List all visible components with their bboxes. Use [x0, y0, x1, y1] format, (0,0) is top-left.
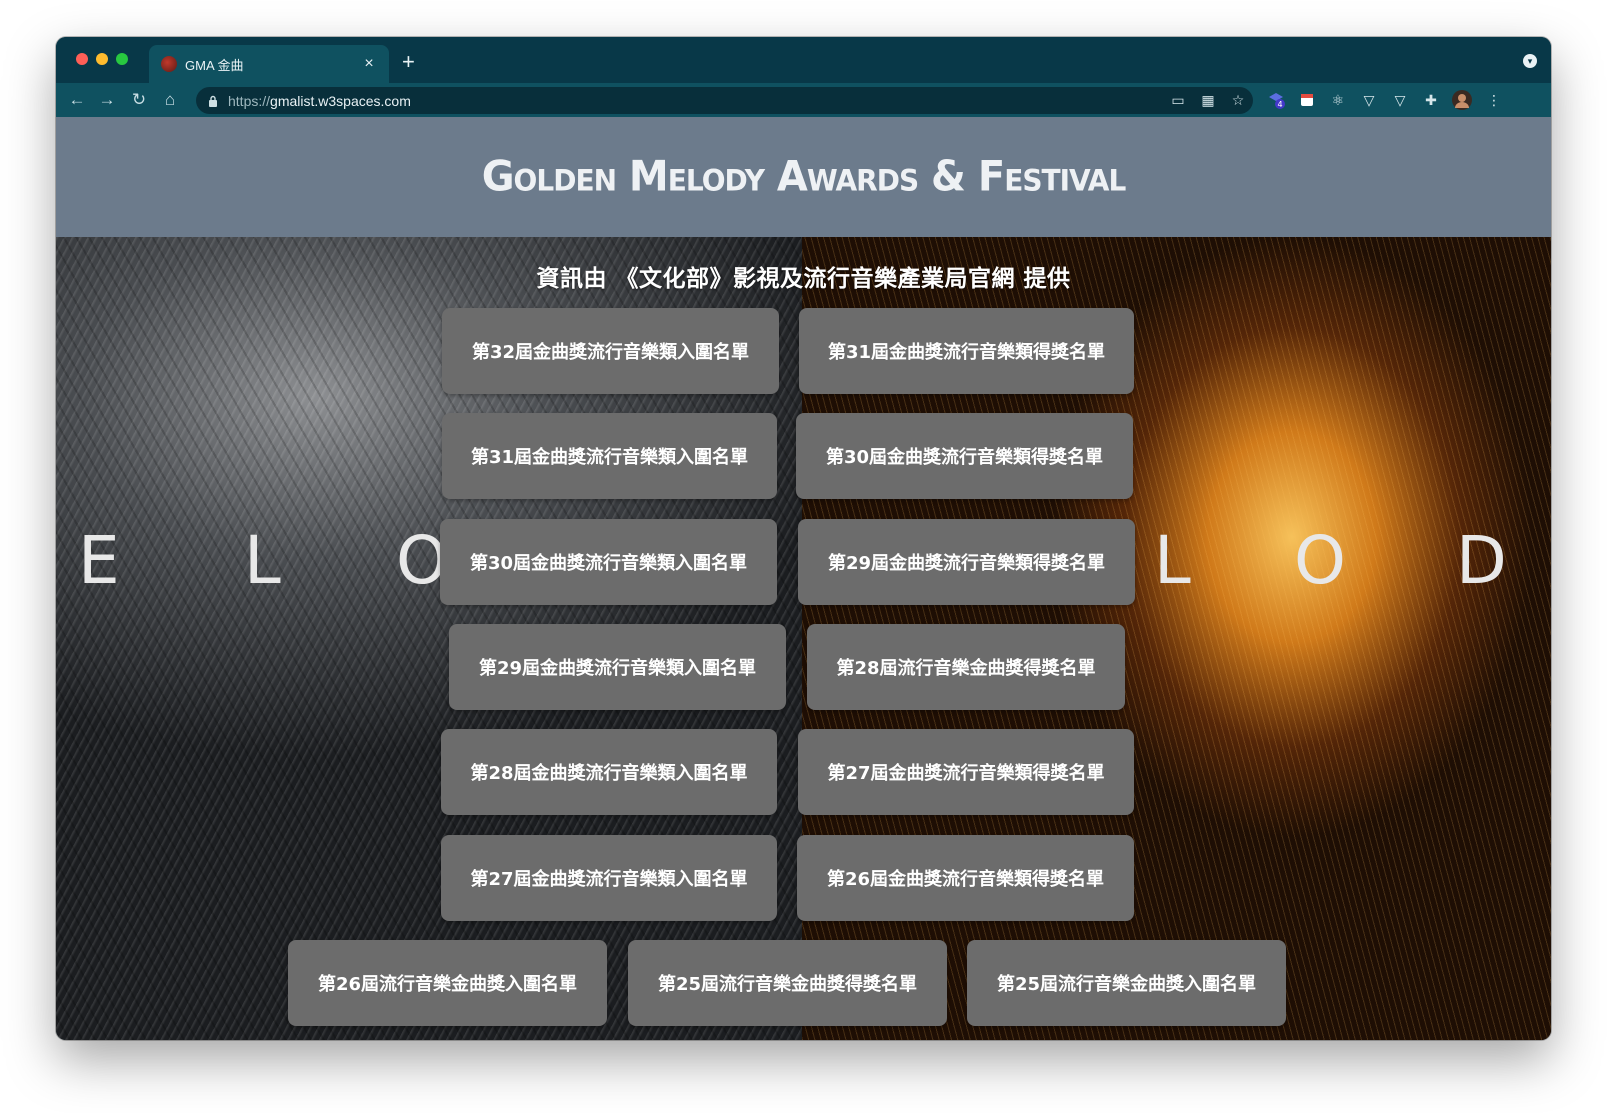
bg-letter: E	[78, 522, 120, 599]
list-button-28-winners[interactable]: 第28屆流行音樂金曲獎得獎名單	[807, 624, 1125, 710]
credit-text: 資訊由 《文化部》影視及流行音樂產業局官網 提供	[536, 266, 1071, 292]
list-button-31-winners[interactable]: 第31屆金曲獎流行音樂類得獎名單	[799, 308, 1134, 394]
vue-extension-icon[interactable]: ▽	[1359, 90, 1379, 110]
list-button-28-nominees[interactable]: 第28屆金曲獎流行音樂類入圍名單	[441, 729, 777, 815]
profile-avatar[interactable]	[1452, 90, 1472, 110]
browser-tab[interactable]: GMA 金曲 ×	[149, 45, 389, 83]
list-button-26-winners[interactable]: 第26屆金曲獎流行音樂類得獎名單	[797, 835, 1134, 921]
bg-letter: L	[244, 522, 281, 599]
forward-arrow-icon[interactable]: →	[96, 89, 118, 111]
list-button-25-winners[interactable]: 第25屆流行音樂金曲獎得獎名單	[628, 940, 947, 1026]
cast-icon[interactable]: ▭	[1163, 87, 1193, 114]
list-button-31-nominees[interactable]: 第31屆金曲獎流行音樂類入圍名單	[442, 413, 777, 499]
list-button-25-nominees[interactable]: 第25屆流行音樂金曲獎入圍名單	[967, 940, 1286, 1026]
menu-dots-icon[interactable]: ⋮	[1484, 90, 1504, 110]
list-button-27-nominees[interactable]: 第27屆金曲獎流行音樂類入圍名單	[441, 835, 777, 921]
hero-section: E L O L O D 資訊由 《文化部》影視及流行音樂產業局官網 提供 第32…	[56, 237, 1551, 1040]
extensions-icon[interactable]: ✚	[1421, 90, 1441, 110]
list-button-32-nominees[interactable]: 第32屆金曲獎流行音樂類入圍名單	[442, 308, 779, 394]
new-tab-button[interactable]: +	[402, 50, 415, 74]
extension-shape-icon: 4	[1269, 93, 1285, 109]
list-button-27-winners[interactable]: 第27屆金曲獎流行音樂類得獎名單	[798, 729, 1134, 815]
back-arrow-icon[interactable]: ←	[66, 89, 88, 111]
minimize-window-button[interactable]	[96, 53, 108, 65]
url-text: https://gmalist.w3spaces.com	[228, 92, 411, 109]
browser-window: GMA 金曲 × + ▾ ← → ↻ ⌂ https://gmalist.w3s…	[56, 37, 1551, 1040]
web-page: Golden Melody Awards & Festival E L O L …	[56, 117, 1551, 1040]
calendar-extension-icon[interactable]	[1297, 90, 1317, 110]
star-icon[interactable]: ☆	[1223, 87, 1253, 114]
address-bar[interactable]: https://gmalist.w3spaces.com ▭ ▦ ☆	[196, 87, 1253, 114]
tab-search-icon[interactable]: ▾	[1523, 54, 1537, 68]
list-button-29-nominees[interactable]: 第29屆金曲獎流行音樂類入圍名單	[449, 624, 786, 710]
extension-badge-icon[interactable]: 4	[1266, 90, 1286, 110]
tab-title: GMA 金曲	[185, 57, 244, 73]
list-button-29-winners[interactable]: 第29屆金曲獎流行音樂類得獎名單	[798, 519, 1135, 605]
bg-letter: O	[1294, 522, 1346, 599]
list-button-26-nominees[interactable]: 第26屆流行音樂金曲獎入圍名單	[288, 940, 607, 1026]
tab-strip: GMA 金曲 × + ▾	[56, 37, 1551, 83]
extension-badge-count: 4	[1277, 100, 1282, 109]
close-window-button[interactable]	[76, 53, 88, 65]
list-button-30-nominees[interactable]: 第30屆金曲獎流行音樂類入圍名單	[440, 519, 777, 605]
list-button-30-winners[interactable]: 第30屆金曲獎流行音樂類得獎名單	[796, 413, 1133, 499]
site-title: Golden Melody Awards & Festival	[481, 152, 1127, 202]
zoom-window-button[interactable]	[116, 53, 128, 65]
reload-icon[interactable]: ↻	[128, 89, 150, 111]
browser-toolbar: ← → ↻ ⌂ https://gmalist.w3spaces.com ▭ ▦…	[56, 83, 1551, 117]
site-favicon-icon	[161, 56, 177, 72]
site-header: Golden Melody Awards & Festival	[56, 117, 1551, 237]
lock-icon	[209, 95, 217, 107]
qr-icon[interactable]: ▦	[1193, 87, 1223, 114]
bg-letter: L	[1154, 522, 1191, 599]
tab-close-icon[interactable]: ×	[361, 55, 377, 73]
bg-letter: D	[1456, 522, 1507, 599]
react-extension-icon[interactable]: ⚛	[1328, 90, 1348, 110]
home-icon[interactable]: ⌂	[159, 89, 181, 111]
vuetify-extension-icon[interactable]: ▽	[1390, 90, 1410, 110]
